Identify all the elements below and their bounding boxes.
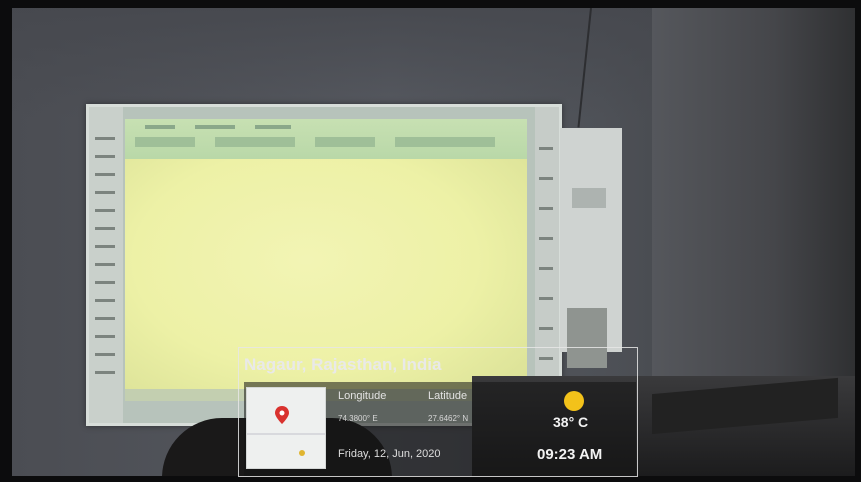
latitude-label: Latitude bbox=[428, 390, 468, 402]
location-title: Nagaur, Rajasthan, India bbox=[244, 355, 442, 374]
latitude-value: 27.6462° N bbox=[428, 414, 469, 423]
panel-switch bbox=[572, 188, 606, 208]
spreadsheet-ribbon bbox=[125, 119, 527, 159]
map-pin-icon bbox=[275, 406, 289, 424]
temperature-text: 38° C bbox=[553, 414, 589, 430]
time-text: 09:23 AM bbox=[537, 446, 603, 463]
sun-icon bbox=[564, 391, 584, 411]
map-road bbox=[247, 433, 325, 435]
longitude-value: 74.3800° E bbox=[338, 414, 378, 423]
board-left-toolbar bbox=[89, 107, 123, 423]
map-marker-icon bbox=[299, 450, 305, 456]
map-thumbnail bbox=[246, 387, 326, 469]
longitude-label: Longitude bbox=[338, 390, 387, 402]
date-text: Friday, 12, Jun, 2020 bbox=[338, 448, 441, 460]
